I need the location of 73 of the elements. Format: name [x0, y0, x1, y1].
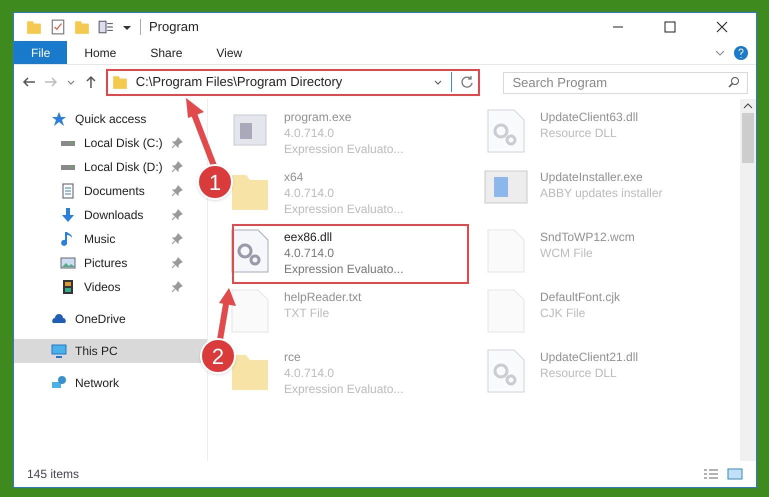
details-view-icon[interactable] [703, 468, 719, 480]
maximize-icon [664, 21, 676, 33]
file-detail: ABBY updates installer [540, 185, 663, 201]
file-detail: Resource DLL [540, 365, 618, 381]
network-icon [51, 375, 67, 391]
ribbon-tab[interactable]: Share [133, 41, 200, 64]
nav-item[interactable]: This PC [14, 339, 207, 363]
close-icon [716, 21, 728, 33]
drive-icon [60, 164, 76, 170]
pin-icon[interactable] [171, 209, 183, 221]
star-icon [51, 111, 67, 127]
scroll-up-icon[interactable] [743, 103, 753, 109]
scrollbar[interactable] [740, 99, 756, 461]
file-icon [486, 289, 526, 333]
nav-item[interactable]: Documents [14, 179, 193, 203]
gear-file-icon [230, 229, 270, 273]
ribbon-tab[interactable]: View [199, 41, 260, 64]
pin-icon[interactable] [171, 281, 183, 293]
search-icon[interactable] [728, 76, 740, 88]
document-icon [60, 183, 76, 199]
file-detail: 4.0.714.0 [284, 125, 336, 141]
nav-item[interactable]: Pictures [14, 251, 193, 275]
file-detail: 4.0.714.0 [284, 365, 336, 381]
nav-item[interactable]: Local Disk (D:) [14, 155, 193, 179]
window-icon [484, 169, 528, 205]
film-icon [60, 279, 76, 295]
file-detail: Expression Evaluato... [284, 141, 404, 157]
file-detail: Expression Evaluato... [284, 201, 404, 217]
picture-icon [60, 255, 76, 271]
item-count: 145 items [27, 466, 80, 483]
search-field[interactable]: Search Program [503, 72, 748, 94]
pin-icon[interactable] [171, 161, 183, 173]
nav-item[interactable]: Videos [14, 275, 193, 299]
nav-item[interactable]: Quick access [14, 107, 207, 131]
address-field[interactable]: C:\Program Files\Program Directory [106, 68, 480, 96]
properties-icon[interactable] [98, 19, 114, 35]
nav-item[interactable]: OneDrive [14, 307, 207, 331]
up-arrow-icon[interactable] [84, 75, 98, 89]
back-arrow-icon[interactable] [22, 75, 36, 89]
pin-icon[interactable] [171, 137, 183, 149]
scrollbar-thumb[interactable] [742, 113, 754, 163]
file-detail: 4.0.714.0 [284, 185, 336, 201]
pin-icon[interactable] [171, 257, 183, 269]
monitor-icon [51, 343, 67, 359]
file-icon [486, 229, 526, 273]
file-detail: 4.0.714.0 [284, 245, 336, 261]
gear-file-icon [486, 349, 526, 393]
ribbon-tab[interactable]: File [14, 41, 68, 64]
file-detail: WCM File [540, 245, 594, 261]
file-detail: CJK File [540, 305, 586, 321]
folder-icon [26, 19, 42, 35]
folder-icon [112, 74, 128, 90]
drive-icon [60, 140, 76, 146]
nav-item[interactable]: Network [14, 371, 207, 395]
thumbnail-view-icon[interactable] [727, 468, 743, 480]
file-name[interactable]: eex86.dll [284, 229, 404, 245]
nav-item[interactable]: Local Disk (C:) [14, 131, 193, 155]
nav-item[interactable]: Music [14, 227, 193, 251]
download-arrow-icon [60, 207, 76, 223]
checklist-icon[interactable] [50, 19, 66, 35]
pin-icon[interactable] [171, 233, 183, 245]
pin-icon[interactable] [171, 185, 183, 197]
file-detail: Expression Evaluato... [284, 381, 404, 397]
file-detail: Resource DLL [540, 125, 618, 141]
file-icon [230, 289, 270, 333]
nav-item[interactable]: Downloads [14, 203, 193, 227]
help-icon[interactable] [734, 46, 748, 60]
gear-file-icon [486, 109, 526, 153]
refresh-icon[interactable] [460, 75, 474, 89]
window-title: Program [149, 18, 199, 36]
file-detail: Expression Evaluato... [284, 261, 404, 277]
ribbon-tab[interactable]: Home [67, 41, 134, 64]
file-detail: TXT File [284, 305, 330, 321]
